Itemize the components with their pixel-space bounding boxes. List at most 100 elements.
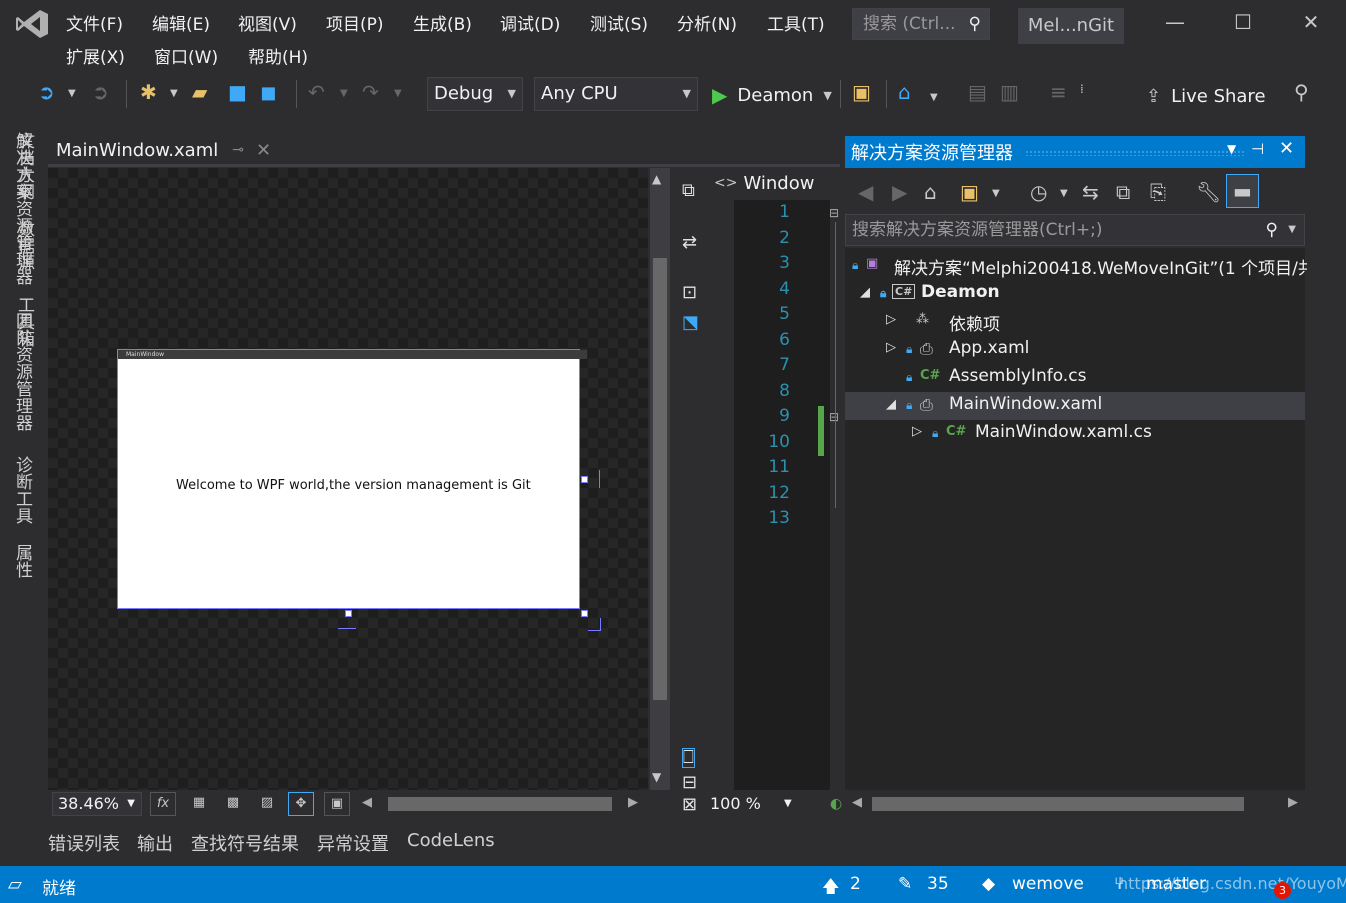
output-window-icon[interactable]: ▱ bbox=[8, 874, 22, 895]
menu-help[interactable]: 帮助(H) bbox=[248, 43, 308, 68]
code-zoom-select[interactable]: 100 % ▼ bbox=[710, 792, 800, 816]
navigate-forward-icon[interactable]: ➲ bbox=[92, 80, 109, 104]
close-tab-icon[interactable]: ✕ bbox=[256, 140, 271, 161]
scroll-down-icon[interactable]: ▼ bbox=[652, 770, 661, 784]
menu-file[interactable]: 文件(F) bbox=[66, 10, 123, 35]
repository-name[interactable]: wemove bbox=[1012, 874, 1084, 894]
tree-node-mainwindow-xaml[interactable]: ◢ 🔒︎ ⎙ MainWindow.xaml bbox=[886, 394, 1102, 414]
xaml-element-path[interactable]: <> Window bbox=[710, 168, 840, 198]
tree-node-assemblyinfo[interactable]: 🔒︎ C# AssemblyInfo.cs bbox=[906, 366, 1086, 386]
push-arrow-icon[interactable]: 🡅 bbox=[822, 874, 839, 903]
solution-explorer-header[interactable]: 解决方案资源管理器 ▼ ⊣ ✕ bbox=[845, 136, 1305, 168]
solution-scroll-thumb[interactable] bbox=[872, 797, 1244, 811]
platform-select[interactable]: Any CPU ▼ bbox=[534, 77, 698, 111]
new-dropdown-icon[interactable]: ▼ bbox=[170, 88, 178, 99]
pin-icon[interactable]: ⊣ bbox=[1251, 140, 1264, 158]
tab-find-symbol-results[interactable]: 查找符号结果 bbox=[191, 830, 299, 856]
solution-title-badge[interactable]: Mel...nGit bbox=[1018, 8, 1124, 44]
window-menu-icon[interactable]: ▼ bbox=[1227, 142, 1236, 156]
notification-badge[interactable]: 3 bbox=[1274, 882, 1291, 899]
live-share-button[interactable]: ⇪ Live Share bbox=[1146, 82, 1266, 110]
close-icon[interactable]: ✕ bbox=[1279, 138, 1294, 159]
snap-lines-icon[interactable]: ✥ bbox=[288, 792, 314, 816]
swap-arrows-icon[interactable]: ⇄ bbox=[682, 232, 697, 253]
menu-window[interactable]: 窗口(W) bbox=[154, 43, 218, 68]
project-code-icon[interactable]: ▣ bbox=[324, 792, 350, 816]
menu-build[interactable]: 生成(B) bbox=[413, 10, 472, 35]
properties-wrench-icon[interactable]: 🔧︎ bbox=[1196, 180, 1221, 204]
back-dropdown-icon[interactable]: ▼ bbox=[68, 88, 76, 99]
undo-icon[interactable]: ↶ bbox=[308, 80, 325, 104]
design-view-icon[interactable]: ⊡ bbox=[682, 282, 697, 303]
tab-diagnostic-tools[interactable]: 诊断工具 bbox=[10, 456, 35, 524]
vertical-split-icon[interactable]: ⎕ bbox=[682, 748, 695, 768]
menu-extensions[interactable]: 扩展(X) bbox=[66, 43, 125, 68]
collapse-pane-icon[interactable]: ⊠ bbox=[682, 794, 697, 815]
tree-node-project[interactable]: ◢ 🔒︎ C# Deamon bbox=[860, 282, 1000, 302]
menu-edit[interactable]: 编辑(E) bbox=[152, 10, 210, 35]
tab-solution-explorer[interactable]: 解决方案资源管理器 bbox=[10, 132, 35, 285]
tab-output[interactable]: 输出 bbox=[137, 830, 173, 856]
pending-changes-count[interactable]: 35 bbox=[927, 874, 949, 894]
collapsed-triangle-icon[interactable]: ▷ bbox=[886, 340, 896, 355]
resize-handle[interactable] bbox=[581, 610, 588, 617]
designer-scroll-thumb[interactable] bbox=[653, 258, 667, 700]
scroll-right-icon[interactable]: ▶ bbox=[628, 795, 638, 810]
collapse-all-icon[interactable]: ⧉ bbox=[1116, 180, 1130, 204]
preview-selected-icon[interactable]: ▬ bbox=[1226, 174, 1259, 208]
comment-lines-icon[interactable]: ≡ bbox=[1050, 80, 1067, 104]
global-search-input[interactable]: 搜索 (Ctrl... ⚲ bbox=[852, 8, 990, 40]
unpushed-commits-count[interactable]: 2 bbox=[850, 874, 861, 894]
pin-icon[interactable]: ⊸ bbox=[232, 142, 244, 158]
tree-node-app-xaml[interactable]: ▷ 🔒︎ ⎙ App.xaml bbox=[886, 338, 1029, 358]
collapse-icon[interactable]: ⊟ bbox=[829, 206, 839, 220]
pending-dropdown-icon[interactable]: ▼ bbox=[1060, 188, 1068, 199]
menu-debug[interactable]: 调试(D) bbox=[500, 10, 560, 35]
solution-search-input[interactable]: 搜索解决方案资源管理器(Ctrl+;) ⚲ ▼ bbox=[845, 214, 1305, 246]
menu-analyze[interactable]: 分析(N) bbox=[677, 10, 737, 35]
redo-dropdown-icon[interactable]: ▼ bbox=[394, 88, 402, 99]
tab-team-explorer[interactable]: 团队资源管理器 bbox=[10, 312, 35, 431]
close-icon[interactable]: ✕ bbox=[1296, 10, 1326, 34]
menu-tools[interactable]: 工具(T) bbox=[767, 10, 825, 35]
collapsed-triangle-icon[interactable]: ▷ bbox=[886, 312, 896, 327]
solution-config-select[interactable]: Debug ▼ bbox=[427, 77, 523, 111]
expanded-triangle-icon[interactable]: ◢ bbox=[886, 397, 896, 412]
expanded-triangle-icon[interactable]: ◢ bbox=[860, 285, 870, 300]
views-dropdown-icon[interactable]: ▼ bbox=[992, 188, 1000, 199]
menu-test[interactable]: 测试(S) bbox=[590, 10, 648, 35]
tab-exception-settings[interactable]: 异常设置 bbox=[317, 830, 389, 856]
open-file-icon[interactable]: ▰ bbox=[192, 80, 207, 104]
sync-icon[interactable]: ⇆ bbox=[1082, 180, 1099, 204]
save-icon[interactable]: ■ bbox=[228, 80, 247, 104]
wpf-textblock[interactable]: Welcome to WPF world,the version managem… bbox=[176, 478, 531, 493]
browser-link-icon[interactable]: ⌂ bbox=[898, 80, 911, 104]
align-left-icon[interactable]: ▤ bbox=[968, 80, 987, 104]
collapsed-triangle-icon[interactable]: ▷ bbox=[912, 424, 922, 439]
document-tab-mainwindow[interactable]: MainWindow.xaml ⊸ ✕ bbox=[48, 134, 271, 166]
tree-node-dependencies[interactable]: ▷ ⁂ 依赖项 bbox=[886, 310, 1000, 335]
designer-horizontal-scroll-thumb[interactable] bbox=[388, 797, 612, 811]
browse-folder-icon[interactable]: ▣ bbox=[852, 80, 871, 104]
pending-changes-icon[interactable]: ◷ bbox=[1030, 180, 1047, 204]
feedback-icon[interactable]: ⚲ bbox=[1294, 80, 1309, 104]
back-icon[interactable]: ◀ bbox=[858, 180, 873, 204]
start-debugging-button[interactable]: ▶ Deamon ▼ bbox=[712, 80, 832, 110]
snap-grid-icon[interactable]: ▩ bbox=[220, 792, 246, 816]
toolbar-overflow-icon[interactable]: ⁞ bbox=[1080, 82, 1084, 96]
tree-node-solution[interactable]: 🔒︎ ▣ 解决方案“Melphi200418.WeMoveInGit”(1 个项… bbox=[852, 254, 1315, 279]
pencil-icon[interactable]: ✎ bbox=[898, 874, 912, 894]
grid-toggle-icon[interactable]: ▦ bbox=[186, 792, 212, 816]
xaml-view-icon[interactable]: ⬔ bbox=[682, 312, 699, 333]
zoom-select[interactable]: 38.46% ▼ bbox=[52, 792, 142, 816]
resize-handle[interactable] bbox=[581, 476, 588, 483]
scroll-up-icon[interactable]: ▲ bbox=[652, 172, 661, 186]
effects-toggle-icon[interactable]: fx bbox=[150, 792, 176, 816]
tab-properties[interactable]: 属性 bbox=[10, 544, 35, 578]
no-issues-icon[interactable]: ◐ bbox=[830, 796, 842, 812]
maximize-icon[interactable]: ☐ bbox=[1228, 10, 1258, 34]
save-all-icon[interactable]: ◼ bbox=[260, 80, 277, 104]
undo-dropdown-icon[interactable]: ▼ bbox=[340, 88, 348, 99]
menu-project[interactable]: 项目(P) bbox=[326, 10, 384, 35]
home-icon[interactable]: ⌂ bbox=[924, 180, 937, 204]
